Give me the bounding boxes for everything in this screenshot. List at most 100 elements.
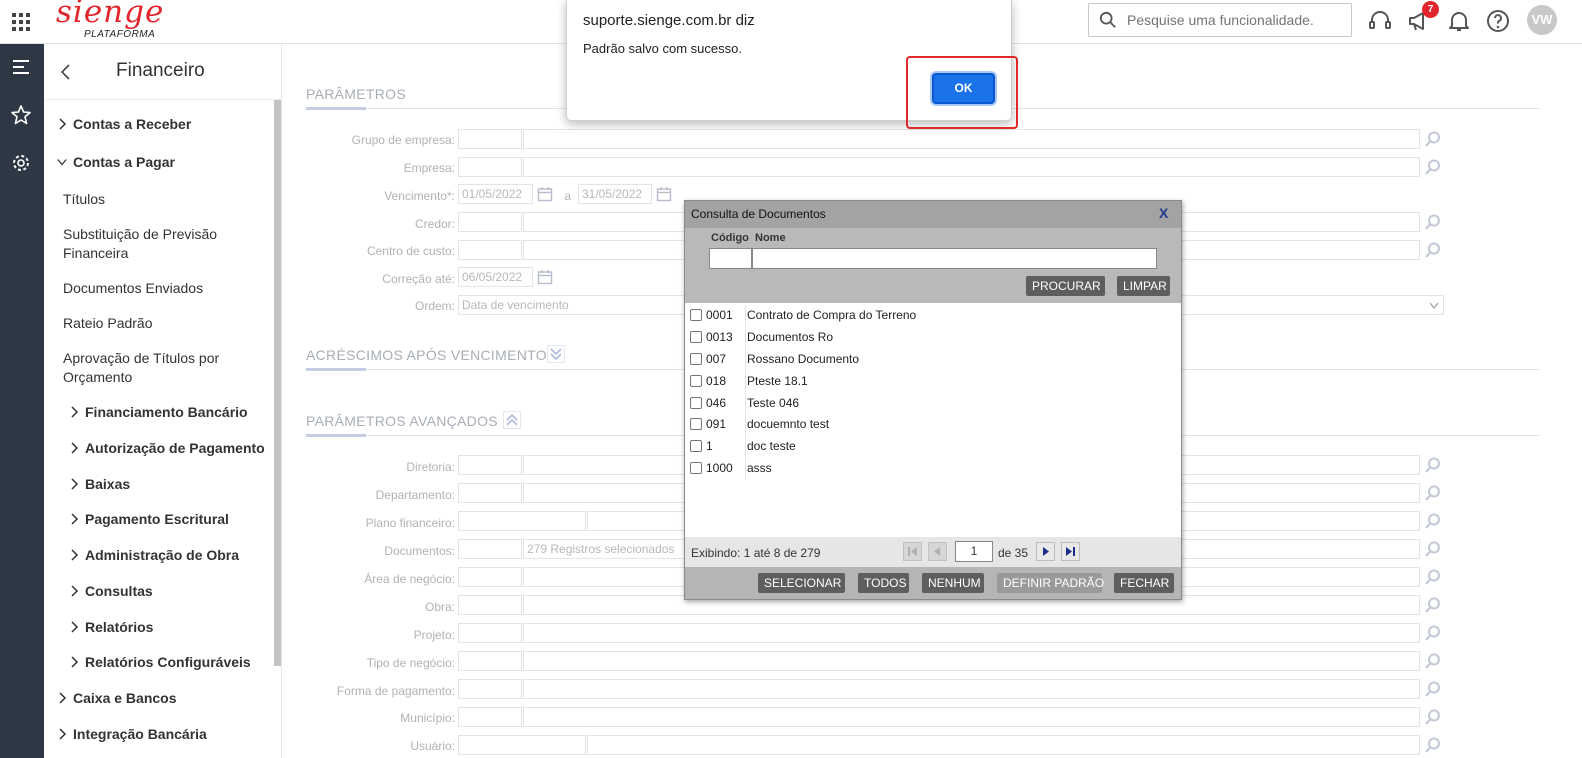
menu-scrollbar[interactable] (274, 100, 281, 666)
page-number-input[interactable]: 1 (955, 541, 993, 562)
obra-code[interactable] (458, 595, 522, 615)
empresa-name[interactable] (523, 157, 1420, 177)
menu-item-contas-receber[interactable]: Contas a Receber (57, 116, 191, 132)
sienge-logo[interactable]: sienge PLATAFORMA (56, 0, 164, 40)
menu-item-autorizacao[interactable]: Autorização de Pagamento (69, 440, 265, 456)
forma-pagamento-code[interactable] (458, 679, 522, 699)
calendar-icon[interactable] (537, 269, 553, 285)
dialog-header[interactable]: Consulta de Documentos X (685, 201, 1181, 228)
search-lookup-icon[interactable] (1424, 652, 1442, 670)
row-checkbox[interactable] (690, 462, 702, 474)
row-checkbox[interactable] (690, 418, 702, 430)
search-lookup-icon[interactable] (1424, 213, 1442, 231)
column-divider (745, 436, 746, 457)
search-lookup-icon[interactable] (1424, 512, 1442, 530)
help-icon[interactable] (1485, 8, 1511, 34)
municipio-name[interactable] (523, 707, 1420, 727)
departamento-code[interactable] (458, 483, 522, 503)
headset-icon[interactable] (1367, 8, 1393, 34)
search-lookup-icon[interactable] (1424, 158, 1442, 176)
menu-item-substituicao[interactable]: Substituição de Previsão Financeira (63, 226, 217, 264)
projeto-code[interactable] (458, 623, 522, 643)
tipo-negocio-code[interactable] (458, 651, 522, 671)
credor-code[interactable] (458, 212, 522, 232)
menu-item-relatorios-configuraveis[interactable]: Relatórios Configuráveis (69, 654, 251, 670)
first-page-button[interactable] (903, 542, 922, 561)
row-checkbox[interactable] (690, 309, 702, 321)
select-all-button[interactable]: TODOS (858, 573, 909, 593)
search-lookup-icon[interactable] (1424, 456, 1442, 474)
avatar[interactable]: VW (1527, 5, 1557, 35)
calendar-icon[interactable] (656, 186, 672, 202)
tipo-negocio-name[interactable] (523, 651, 1420, 671)
search-lookup-icon[interactable] (1424, 568, 1442, 586)
search-lookup-icon[interactable] (1424, 130, 1442, 148)
search-lookup-icon[interactable] (1424, 540, 1442, 558)
filter-name-input[interactable] (752, 248, 1157, 269)
next-page-button[interactable] (1036, 542, 1055, 561)
menu-item-caixa-bancos[interactable]: Caixa e Bancos (57, 690, 177, 706)
grupo-empresa-code[interactable] (458, 129, 522, 149)
row-code: 091 (706, 417, 727, 431)
diretoria-code[interactable] (458, 455, 522, 475)
filter-code-input[interactable] (709, 248, 752, 269)
plano-financeiro-code[interactable] (458, 511, 586, 531)
apps-grid-icon[interactable] (10, 11, 30, 31)
collapse-avancados-button[interactable] (503, 411, 521, 429)
menu-item-contas-pagar[interactable]: Contas a Pagar (57, 154, 175, 170)
dialog-close-button[interactable]: X (1159, 205, 1168, 221)
usuario-name[interactable] (587, 735, 1420, 755)
usuario-code[interactable] (458, 735, 586, 755)
municipio-code[interactable] (458, 707, 522, 727)
search-box[interactable] (1088, 3, 1352, 37)
expand-acrescimos-button[interactable] (547, 345, 565, 363)
menu-item-consultas[interactable]: Consultas (69, 583, 153, 599)
row-checkbox[interactable] (690, 353, 702, 365)
menu-item-documentos-enviados[interactable]: Documentos Enviados (63, 280, 203, 296)
grupo-empresa-name[interactable] (523, 129, 1420, 149)
menu-item-aprovacao[interactable]: Aprovação de Títulos por Orçamento (63, 350, 219, 388)
menu-item-relatorios[interactable]: Relatórios (69, 619, 153, 635)
back-chevron-icon[interactable] (59, 62, 73, 82)
menu-item-titulos[interactable]: Títulos (63, 191, 105, 207)
centro-custo-code[interactable] (458, 240, 522, 260)
vencimento-to-input[interactable]: 31/05/2022 (578, 184, 652, 204)
star-icon[interactable] (10, 104, 32, 126)
empresa-code[interactable] (458, 157, 522, 177)
menu-toggle-icon[interactable] (10, 56, 32, 78)
select-none-button[interactable]: NENHUM (922, 573, 984, 593)
menu-item-baixas[interactable]: Baixas (69, 476, 130, 492)
gear-icon[interactable] (10, 152, 32, 174)
correcao-ate-input[interactable]: 06/05/2022 (458, 267, 533, 287)
clear-button[interactable]: LIMPAR (1117, 276, 1170, 296)
bell-icon[interactable] (1446, 8, 1472, 34)
alert-ok-button[interactable]: OK (932, 73, 995, 104)
last-page-button[interactable] (1061, 542, 1080, 561)
search-lookup-icon[interactable] (1424, 708, 1442, 726)
search-lookup-icon[interactable] (1424, 484, 1442, 502)
search-button[interactable]: PROCURAR (1026, 276, 1105, 296)
area-negocio-code[interactable] (458, 567, 522, 587)
search-input[interactable] (1127, 8, 1347, 32)
menu-item-financiamento[interactable]: Financiamento Bancário (69, 404, 248, 420)
search-lookup-icon[interactable] (1424, 624, 1442, 642)
documentos-code[interactable] (458, 539, 522, 559)
menu-item-pagamento-escritural[interactable]: Pagamento Escritural (69, 511, 229, 527)
search-lookup-icon[interactable] (1424, 736, 1442, 754)
close-button[interactable]: FECHAR (1114, 573, 1174, 593)
set-default-button[interactable]: DEFINIR PADRÃO (997, 573, 1104, 593)
row-checkbox[interactable] (690, 375, 702, 387)
row-checkbox[interactable] (690, 331, 702, 343)
projeto-name[interactable] (523, 623, 1420, 643)
search-lookup-icon[interactable] (1424, 680, 1442, 698)
menu-item-rateio-padrao[interactable]: Rateio Padrão (63, 315, 153, 331)
row-checkbox[interactable] (690, 440, 702, 452)
search-lookup-icon[interactable] (1424, 241, 1442, 259)
search-lookup-icon[interactable] (1424, 596, 1442, 614)
menu-item-administracao-obra[interactable]: Administração de Obra (69, 547, 239, 563)
menu-item-integracao-bancaria[interactable]: Integração Bancária (57, 726, 207, 742)
forma-pagamento-name[interactable] (523, 679, 1420, 699)
select-button[interactable]: SELECIONAR (758, 573, 845, 593)
row-checkbox[interactable] (690, 397, 702, 409)
previous-page-button[interactable] (928, 542, 947, 561)
